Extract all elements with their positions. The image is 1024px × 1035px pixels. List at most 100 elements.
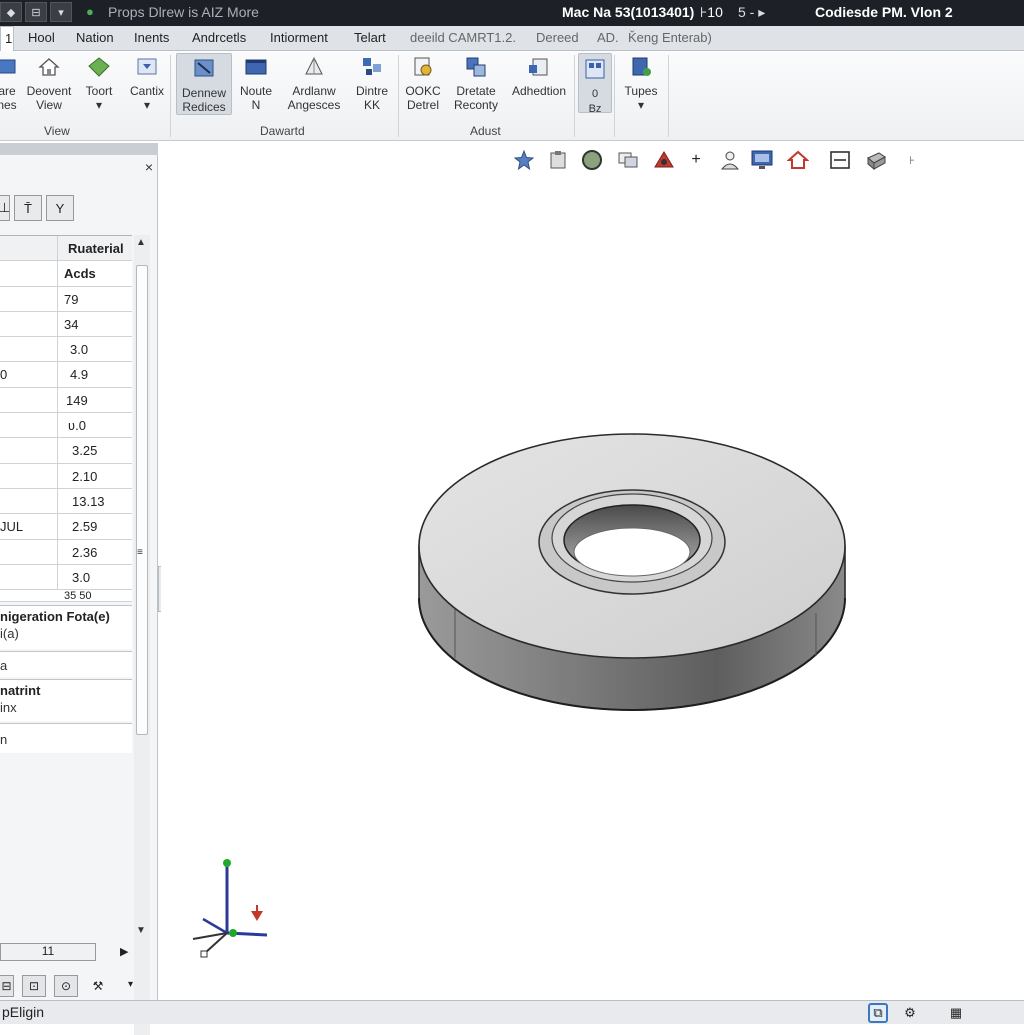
ribbon-button-dretate-reconty[interactable]: Dretate Reconty [448,55,504,112]
panel-tool-button-3[interactable]: Y [46,195,74,221]
settings-icon[interactable]: ⚙ [900,1003,920,1023]
copy-icon[interactable]: ⧉ [868,1003,888,1023]
ribbon-button-cantix[interactable]: Cantix ▾ [126,55,168,112]
table-cell-label [0,337,58,362]
table-row[interactable]: ʋ.0 [0,413,132,439]
quick-access-button-3[interactable]: ▾ [50,2,72,22]
panel-tool-button-1[interactable]: ⊥ [0,195,10,221]
ribbon-button-label: Tupes ▾ [624,84,658,112]
chevron-down-icon[interactable]: ▾ [128,979,133,997]
table-row[interactable]: 2.10 [0,463,132,489]
table-row[interactable]: 34 [0,311,132,338]
document-info-3[interactable]: 5 - ▸ [738,4,765,21]
table-row[interactable]: 149 [0,387,132,414]
scroll-down-icon[interactable]: ▼ [136,925,146,936]
ribbon-button-noute[interactable]: Noute N [236,55,276,112]
tab-ad[interactable]: AD. [597,30,619,45]
pyramid-icon [305,56,323,75]
triangle-icon[interactable] [651,148,677,172]
horizontal-scrollbar[interactable]: 11 [0,943,96,961]
tab-1[interactable]: 1 [0,26,14,51]
tab-deeild[interactable]: deeild CAMRT1.2. [410,30,516,45]
panel-tab-3[interactable]: ⊙ [54,975,78,997]
clipboard-icon[interactable] [545,148,571,172]
panel-bottom-tabs: ⊟ ⊡ ⊙ ⚒ ▾ [0,975,133,997]
section-subtext: a [0,658,8,673]
layers-icon[interactable] [615,148,641,172]
plus-icon[interactable]: + [683,148,709,172]
model-viewport[interactable]: + ⊦ [161,143,1024,1000]
quick-access-button-2[interactable]: ⊟ [25,2,47,22]
hand-icon[interactable]: ⊦ [899,148,925,172]
group-separator [170,55,171,137]
table-cell-value: 3.25 [72,443,98,459]
tab-andrcetls[interactable]: Andrcetls [192,30,246,45]
scroll-right-icon[interactable]: ▶ [120,945,128,958]
ribbon-button-dennew-redices[interactable]: Dennew Redices [176,53,232,115]
scroll-up-icon[interactable]: ▲ [136,237,146,248]
block-icon[interactable] [863,148,889,172]
3d-model-washer[interactable] [411,428,851,728]
table-cell-label: JUL [0,514,58,539]
table-cell-value: 4.9 [70,367,89,383]
table-row[interactable]: 13.13 [0,488,132,515]
panel-tool-button-2[interactable]: T̄ [14,195,42,221]
home-icon[interactable] [785,148,811,172]
monitor-icon[interactable] [749,148,775,172]
ribbon-button-dintre[interactable]: Dintre KK [350,55,394,112]
scrollbar-thumb[interactable] [136,265,148,735]
table-row[interactable]: 2.36 [0,539,132,565]
table-row[interactable]: 3.0 [0,337,132,363]
vertical-scrollbar[interactable]: ▲ ≡ ▼ [134,235,150,1035]
ribbon-button-tupes[interactable]: Tupes ▾ [620,55,662,112]
tab-intiorment[interactable]: Intiorment [270,30,328,45]
document-info: Mac Na 53(1013401) [562,4,695,20]
ribbon-button-label: Noute N [239,84,273,112]
ribbon-button-label: Dintre KK [355,84,388,112]
table-cell-label [0,539,58,564]
tab-inents[interactable]: Inents [134,30,169,45]
section-constraint[interactable]: natrint inx [0,679,132,721]
table-header-cell [0,236,58,261]
ribbon-button-adhedtion[interactable]: Adhedtion [508,55,570,98]
close-icon[interactable]: × [145,159,153,175]
table-row[interactable]: Acds [0,261,132,287]
sketch-icon [194,59,214,77]
table-row[interactable]: 79 [0,286,132,312]
table-row[interactable]: 3.25 [0,438,132,464]
grid-icon[interactable]: ▦ [946,1003,966,1023]
sphere-icon[interactable] [579,148,605,172]
table-cell-value: Acds [64,266,96,282]
ribbon-button-deovent-view[interactable]: Deovent View [24,55,74,112]
ribbon-button-toort[interactable]: Toort ▾ [80,55,118,112]
tab-dereed[interactable]: Dereed [536,30,579,45]
ribbon-button-share[interactable]: are nes [0,55,20,112]
tab-hool[interactable]: Hool [28,30,55,45]
table-row[interactable]: 3.0 [0,564,132,591]
section-row[interactable]: n [0,723,132,753]
quick-access-button-1[interactable]: ◆ [0,2,22,22]
panel-tab-1[interactable]: ⊟ [0,975,14,997]
panel-tab-4[interactable]: ⚒ [86,975,110,997]
ribbon-button-ardlanw-angesces[interactable]: Ardlanw Angesces [282,55,346,112]
table-cell-label: 0 [0,362,58,387]
star-icon[interactable] [511,148,537,172]
group-separator [398,55,399,137]
section-row[interactable]: a [0,651,132,677]
page-plus-icon [632,57,651,76]
status-icons: ⧉ ⚙ ▦ [868,1003,966,1023]
panel-tab-2[interactable]: ⊡ [22,975,46,997]
tab-enterab[interactable]: Ǩeng Enterab) [628,30,712,45]
section-configuration[interactable]: nigeration Fota(e) i(a) [0,605,132,649]
person-icon[interactable] [717,148,743,172]
ribbon-button-label: are nes [0,84,17,112]
table-row[interactable]: 0 4.9 [0,362,132,388]
group-label-view: View [44,124,70,138]
ribbon-tab-bar: 1 Hool Nation Inents Andrcetls Intiormen… [0,26,1024,51]
tab-telart[interactable]: Telart [354,30,386,45]
ribbon-button-ookc-detrel[interactable]: OOKC Detrel [402,55,444,112]
ribbon-button-layout[interactable]: 0 Bz [578,53,612,115]
table-row[interactable]: JUL 2.59 [0,514,132,540]
tab-nation[interactable]: Nation [76,30,114,45]
minus-box-icon[interactable] [827,148,853,172]
